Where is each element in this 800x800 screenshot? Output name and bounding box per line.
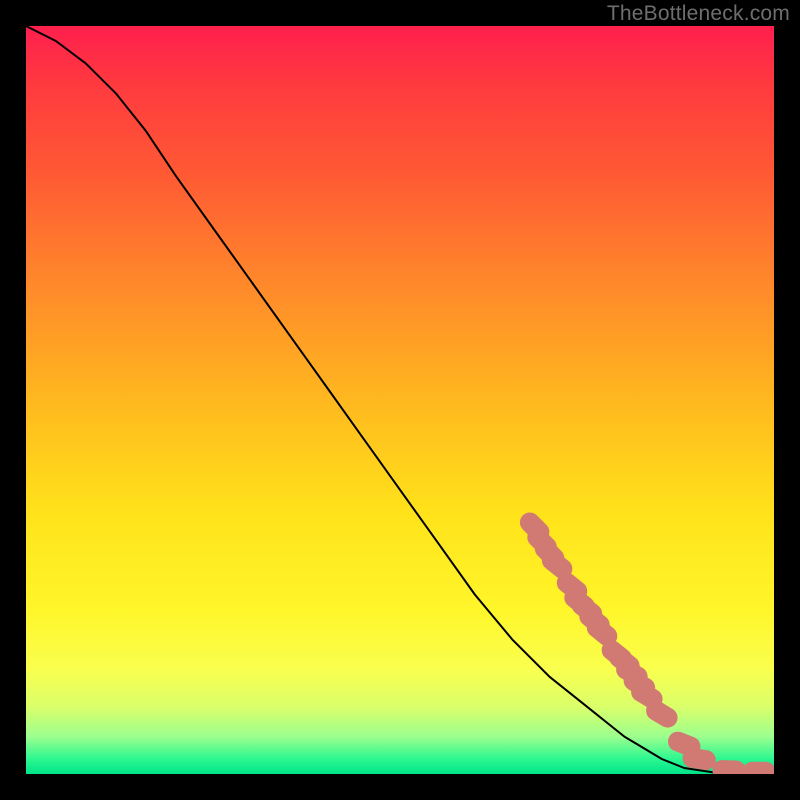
chart-frame: TheBottleneck.com — [0, 0, 800, 800]
watermark-text: TheBottleneck.com — [607, 2, 790, 26]
data-markers — [516, 509, 774, 774]
marker-dot — [743, 762, 774, 774]
plot-area — [26, 26, 774, 774]
chart-svg — [26, 26, 774, 774]
trend-curve — [26, 26, 774, 773]
marker-dot — [682, 747, 717, 770]
marker-dot — [713, 760, 746, 774]
